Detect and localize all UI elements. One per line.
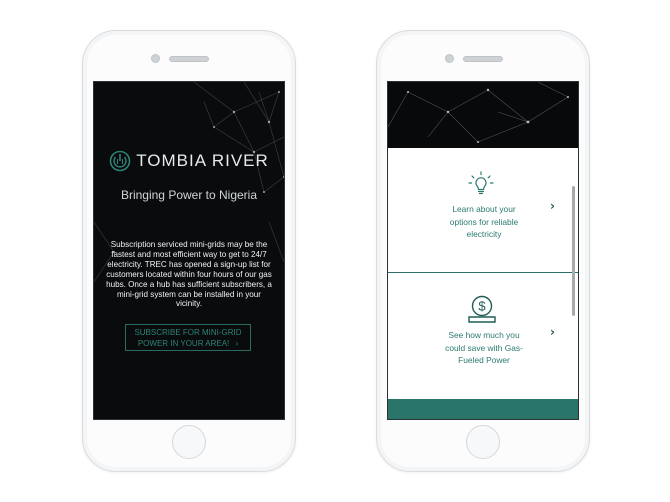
brand-name: TOMBIA RIVER [136,151,269,170]
camera-dot [151,54,160,63]
subscribe-button[interactable]: SUBSCRIBE FOR MINI-GRID POWER IN YOUR AR… [125,324,251,351]
home-button [172,425,206,459]
intro-line: mini-grid system can be installed in you… [117,289,261,299]
intro-line: electricity. TREC has opened a sign-up l… [107,259,271,269]
option-card-savings-text: See how much you could save with Gas- Fu… [436,329,532,367]
option-line: electricity [466,229,502,239]
intro-line: Subscription serviced mini-grids may be … [110,240,268,249]
intro-line: customers located within four hours of o… [106,269,272,279]
scrollbar[interactable] [572,186,575,316]
intro-line: hubs. Once a hub has sufficient subscrib… [106,279,272,289]
savings-icon: $ [468,295,496,323]
option-line: options for reliable [449,216,519,227]
speaker-slot [169,56,209,62]
option-card-savings[interactable]: $ See how much you could save with Gas- … [388,273,572,397]
phone-screen-left: TOMBIA RIVER Bringing Power to Nigeria S… [93,81,285,420]
option-line: Learn about your [452,204,516,214]
option-line: Fueled Power [458,355,510,365]
intro-line: fastest and most efficient way to get to… [111,249,267,259]
home-button [466,425,500,459]
phone-screen-right: Learn about your options for reliable el… [387,81,579,420]
brand-logo: TOMBIA RIVER [94,150,284,172]
phone-mockup-left: TOMBIA RIVER Bringing Power to Nigeria S… [82,30,296,472]
hero-image [388,82,578,148]
options-panel: Learn about your options for reliable el… [388,148,578,399]
option-card-learn[interactable]: Learn about your options for reliable el… [388,148,572,272]
power-logo-icon [109,150,131,172]
svg-text:$: $ [478,299,486,314]
tagline: Bringing Power to Nigeria [120,188,258,202]
intro-paragraph: Subscription serviced mini-grids may be … [104,240,274,309]
chevron-right-icon: › [235,339,239,348]
chevron-right-icon: › [550,325,555,339]
option-card-learn-text: Learn about your options for reliable el… [436,203,532,241]
intro-line: vicinity. [176,299,202,309]
network-background [388,82,569,143]
lightbulb-icon [468,171,494,195]
camera-dot [445,54,454,63]
option-line: could save with Gas- [445,342,523,353]
subscribe-button-line2: POWER IN YOUR AREA! [137,339,230,348]
subscribe-button-line1: SUBSCRIBE FOR MINI-GRID [134,328,242,337]
footer-bar [388,399,578,419]
chevron-right-icon: › [550,199,555,213]
speaker-slot [463,56,503,62]
phone-mockup-right: Learn about your options for reliable el… [376,30,590,472]
option-line: See how much you [448,330,520,340]
